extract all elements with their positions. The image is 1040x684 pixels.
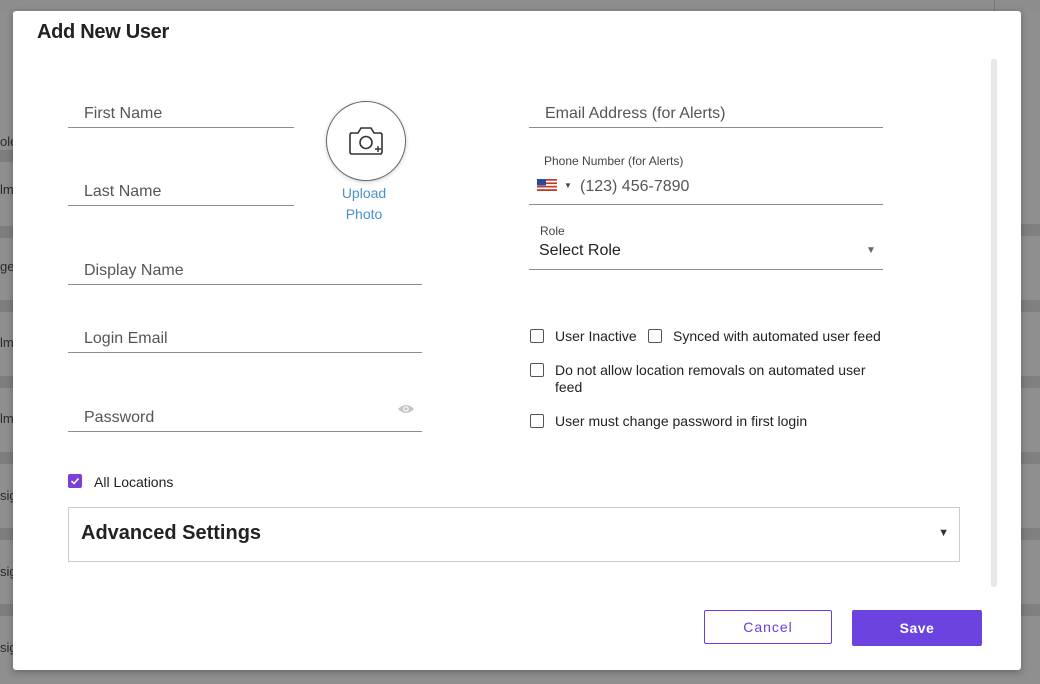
password-placeholder: Password [84, 409, 155, 426]
login-email-placeholder: Login Email [84, 330, 168, 347]
email-alerts-field[interactable]: Email Address (for Alerts) [529, 99, 883, 128]
background-row-divider [0, 150, 14, 162]
background-header [0, 0, 1040, 11]
background-text: lm [0, 182, 14, 197]
no-location-removals-label: Do not allow location removals on automa… [555, 362, 866, 395]
background-row-divider [0, 376, 14, 388]
background-row-divider [1020, 604, 1040, 616]
display-name-placeholder: Display Name [84, 262, 184, 279]
background-row-divider [0, 604, 14, 616]
phone-label: Phone Number (for Alerts) [544, 154, 684, 168]
phone-field[interactable] [529, 176, 883, 205]
synced-feed-checkbox[interactable] [648, 329, 662, 343]
upload-photo-button[interactable] [326, 101, 406, 181]
last-name-placeholder: Last Name [84, 183, 162, 200]
no-location-removals-checkbox[interactable] [530, 363, 544, 377]
first-name-field[interactable]: First Name [68, 99, 294, 128]
expand-caret-icon: ▼ [938, 527, 949, 539]
background-text: lm [0, 411, 14, 426]
background-row-divider [1020, 376, 1040, 388]
role-select[interactable] [529, 241, 883, 270]
advanced-settings-accordion[interactable]: Advanced Settings ▼ [68, 507, 960, 562]
cancel-button[interactable]: Cancel [704, 610, 832, 644]
must-change-password-label: User must change password in first login [555, 413, 808, 429]
background-text: ole [0, 134, 14, 149]
background-row-divider [1020, 528, 1040, 540]
checkmark-icon [70, 477, 80, 485]
upload-photo-line1: Upload [341, 185, 387, 201]
password-field[interactable]: Password [68, 403, 422, 432]
login-email-field[interactable]: Login Email [68, 324, 422, 353]
background-text: ger [0, 259, 14, 274]
background-text: sig [0, 564, 14, 579]
background-text: lm [0, 335, 14, 350]
background-row-divider [1020, 452, 1040, 464]
first-name-placeholder: First Name [84, 105, 163, 122]
dialog-title: Add New User [37, 21, 169, 43]
background-text: sig [0, 488, 14, 503]
show-password-eye-icon[interactable] [397, 403, 415, 415]
user-inactive-label: User Inactive [555, 328, 637, 344]
must-change-password-checkbox[interactable] [530, 414, 544, 428]
add-user-dialog: Add New User First Name Last Name Upload… [13, 11, 1021, 670]
dialog-scrollbar[interactable] [991, 59, 997, 587]
upload-photo-line2: Photo [345, 206, 383, 222]
background-row-divider [0, 226, 14, 238]
all-locations-label: All Locations [94, 474, 174, 490]
upload-photo-link[interactable]: Upload Photo [333, 183, 395, 225]
synced-feed-label: Synced with automated user feed [673, 328, 881, 344]
background-row-divider [0, 528, 14, 540]
background-row-divider [0, 300, 14, 312]
background-row-divider [1020, 300, 1040, 312]
last-name-field[interactable]: Last Name [68, 177, 294, 206]
background-row-divider [0, 452, 14, 464]
save-button[interactable]: Save [852, 610, 982, 646]
email-alerts-placeholder: Email Address (for Alerts) [545, 105, 726, 122]
advanced-settings-title: Advanced Settings [81, 522, 262, 544]
background-text: sig [0, 640, 14, 655]
role-label: Role [540, 224, 565, 238]
background-row-divider [1020, 224, 1040, 236]
user-inactive-checkbox[interactable] [530, 329, 544, 343]
camera-plus-icon [349, 127, 383, 155]
display-name-field[interactable]: Display Name [68, 256, 422, 285]
all-locations-checkbox[interactable] [68, 474, 82, 488]
